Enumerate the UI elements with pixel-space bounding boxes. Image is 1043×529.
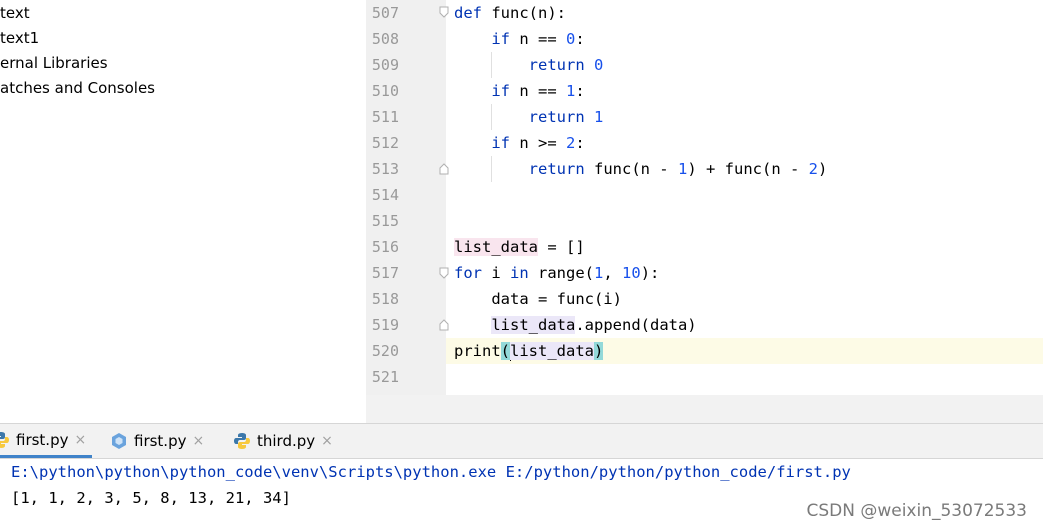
code-line-519: list_data.append(data) [454, 312, 697, 338]
code-line-510: if n == 1: [454, 78, 585, 104]
line-number: 519 [371, 316, 399, 334]
run-console[interactable]: E:\python\python\python_code\venv\Script… [0, 459, 1043, 529]
number-literal: 2 [808, 160, 818, 178]
console-command-line: E:\python\python\python_code\venv\Script… [11, 463, 851, 481]
tree-item-external-libraries[interactable]: ernal Libraries [0, 51, 108, 76]
code-text: : [575, 134, 585, 152]
code-text: data = func(i) [491, 290, 622, 308]
fold-end-icon[interactable] [439, 319, 449, 331]
line-number: 517 [371, 264, 399, 282]
code-line-513: return func(n - 1) + func(n - 2) [454, 156, 828, 182]
code-text: func(n): [482, 4, 566, 22]
editor-breadcrumb-bar [366, 395, 1043, 423]
code-line-512: if n >= 2: [454, 130, 585, 156]
keyword: return [528, 56, 585, 74]
code-text: : [575, 30, 585, 48]
code-text: n == [510, 30, 566, 48]
tree-item-text[interactable]: text [0, 1, 30, 26]
code-line-518: data = func(i) [454, 286, 622, 312]
close-icon[interactable]: × [321, 433, 333, 449]
code-text: , [603, 264, 623, 282]
variable-highlight: list_data [491, 316, 576, 334]
number-literal: 1 [566, 82, 576, 100]
python-icon [234, 433, 250, 449]
line-number: 510 [371, 82, 399, 100]
code-text: = [] [538, 238, 585, 256]
run-tab-third-py[interactable]: third.py × [233, 424, 333, 458]
fold-open-icon[interactable] [439, 267, 449, 279]
code-text: ) [818, 160, 828, 178]
code-line-516: list_data = [] [454, 234, 585, 260]
watermark: CSDN @weixin_53072533 [806, 501, 1027, 521]
code-text: i [482, 264, 510, 282]
tree-item-text1[interactable]: text1 [0, 26, 39, 51]
code-text: func(n - [584, 160, 678, 178]
tree-item-scratches-and-consoles[interactable]: atches and Consoles [0, 76, 155, 101]
line-number: 507 [371, 4, 399, 22]
number-literal: 0 [566, 30, 576, 48]
number-literal: 1 [594, 264, 604, 282]
line-number: 508 [371, 30, 399, 48]
keyword: in [510, 264, 529, 282]
project-tree-panel: text text1 ernal Libraries atches and Co… [0, 0, 366, 423]
line-number: 521 [371, 368, 399, 386]
code-text: n >= [510, 134, 566, 152]
line-number: 518 [371, 290, 399, 308]
number-literal: 1 [594, 108, 604, 126]
number-literal: 2 [566, 134, 576, 152]
tab-label: third.py [257, 432, 316, 450]
keyword: for [454, 264, 482, 282]
tab-label: first.py [16, 430, 69, 449]
code-line-509: return 0 [454, 52, 604, 78]
code-text: n == [510, 82, 566, 100]
editor-gutter: 507 508 509 510 511 512 513 514 515 516 … [366, 0, 449, 395]
fold-end-icon[interactable] [439, 163, 449, 175]
keyword: if [491, 82, 510, 100]
code-text: ) + func(n - [687, 160, 809, 178]
keyword: if [491, 30, 510, 48]
close-icon[interactable]: × [74, 432, 86, 448]
console-output-line: [1, 1, 2, 3, 5, 8, 13, 21, 34] [11, 489, 291, 507]
code-line-520-current: print(list_data) [446, 338, 1043, 364]
keyword: def [454, 4, 482, 22]
line-number: 514 [371, 186, 399, 204]
number-literal: 0 [594, 56, 604, 74]
code-text: ): [640, 264, 660, 282]
keyword: return [528, 108, 585, 126]
line-number: 516 [371, 238, 399, 256]
code-text: range( [528, 264, 594, 282]
code-line-507: def func(n): [454, 0, 566, 26]
run-tab-first-py[interactable]: first.py × [0, 424, 92, 458]
code-line-517: for i in range(1, 10): [454, 260, 659, 286]
python-config-icon [112, 433, 126, 449]
code-line-508: if n == 0: [454, 26, 585, 52]
brace-match: ) [594, 342, 604, 360]
keyword: if [491, 134, 510, 152]
run-tabs-bar: first.py × first.py × third.py × [0, 423, 1043, 459]
line-number: 511 [371, 108, 399, 126]
number-literal: 10 [622, 264, 641, 282]
close-icon[interactable]: × [192, 433, 204, 449]
keyword: return [528, 160, 585, 178]
line-number: 520 [371, 342, 399, 360]
variable-highlight: list_data [510, 342, 595, 360]
line-number: 513 [371, 160, 399, 178]
line-number: 515 [371, 212, 399, 230]
code-text: : [575, 82, 585, 100]
line-number: 509 [371, 56, 399, 74]
fold-open-icon[interactable] [439, 6, 449, 18]
code-editor[interactable]: 507 508 509 510 511 512 513 514 515 516 … [366, 0, 1043, 395]
python-icon [0, 431, 9, 448]
variable-highlight: list_data [454, 238, 538, 256]
run-tab-first-py-2[interactable]: first.py × [110, 424, 204, 458]
brace-match: ( [500, 342, 511, 360]
tab-label: first.py [134, 432, 187, 450]
code-text: print [454, 342, 501, 360]
code-text: .append(data) [575, 316, 697, 334]
number-literal: 1 [677, 160, 688, 178]
code-line-511: return 1 [454, 104, 604, 130]
line-number: 512 [371, 134, 399, 152]
